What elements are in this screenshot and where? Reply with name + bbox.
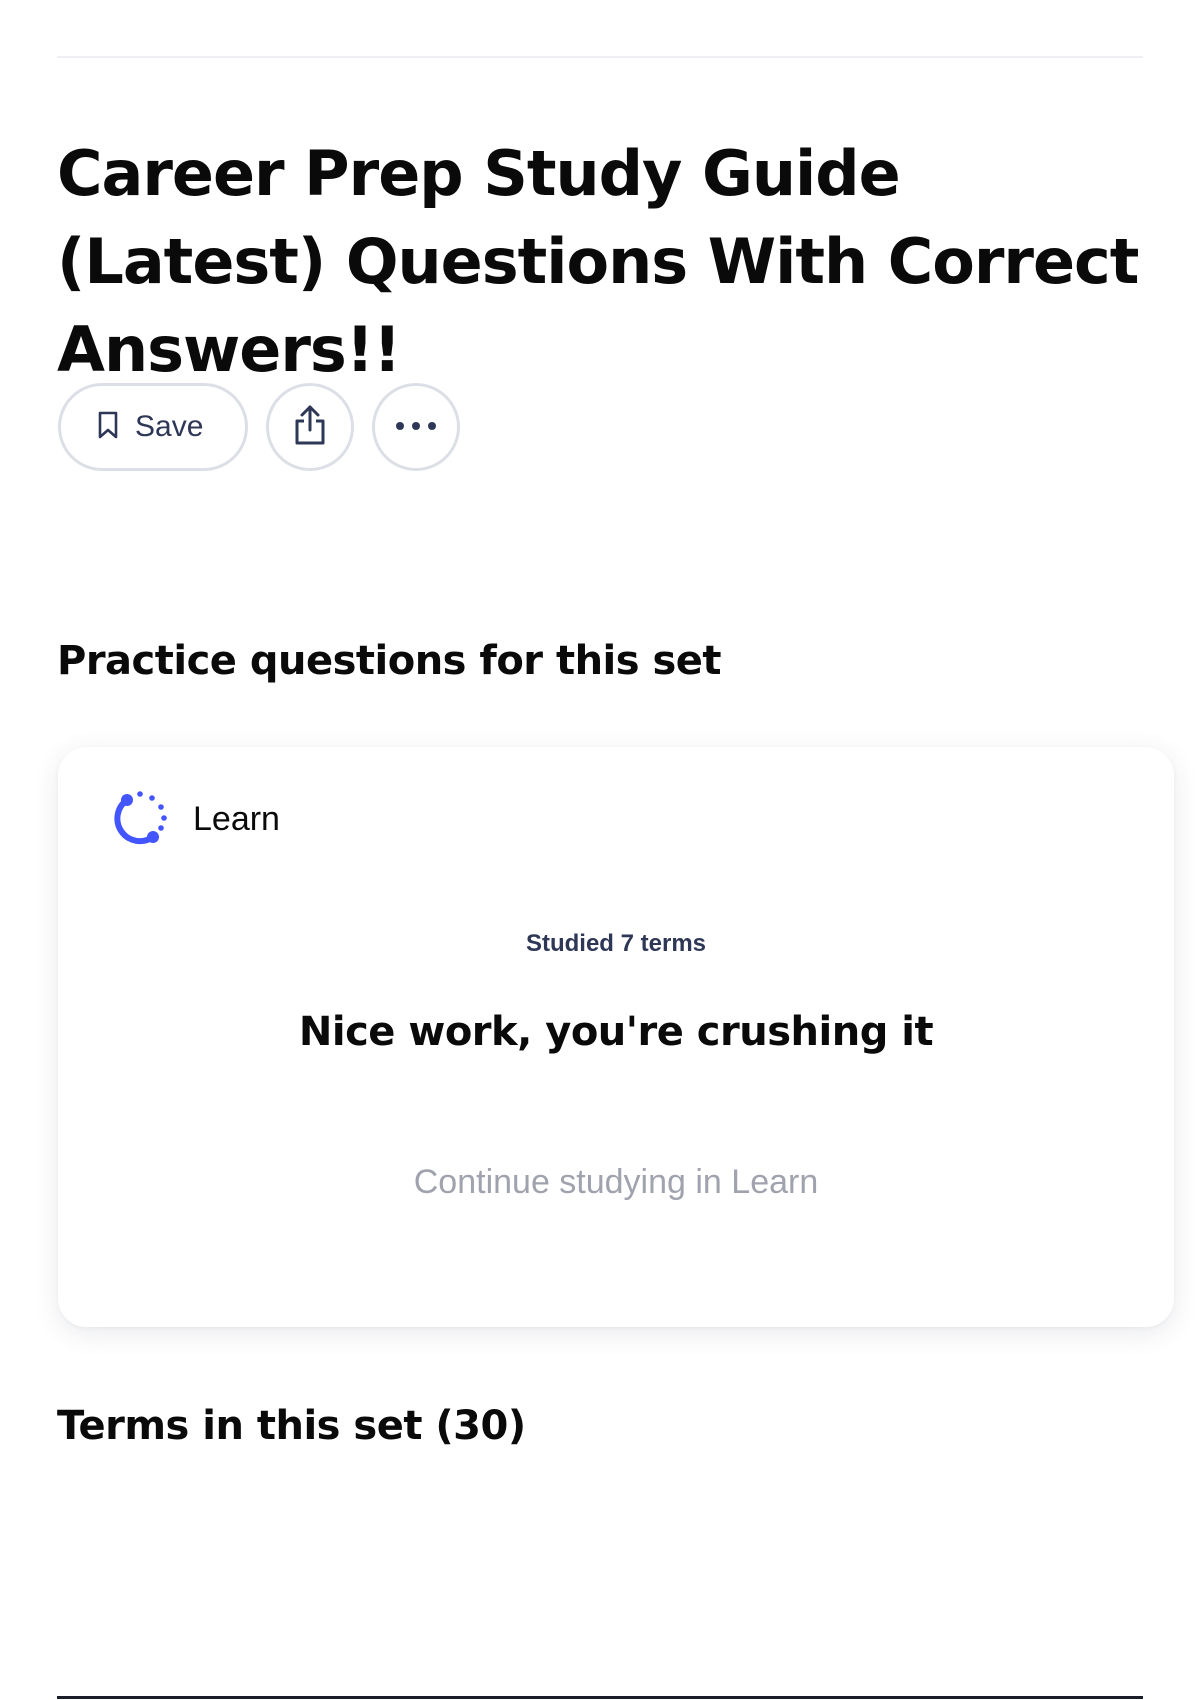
- page-title: Career Prep Study Guide (Latest) Questio…: [57, 137, 1139, 386]
- learn-mode-header[interactable]: Learn: [113, 787, 280, 852]
- share-button[interactable]: [266, 383, 354, 471]
- encouragement-message: Nice work, you're crushing it: [298, 1009, 934, 1055]
- bookmark-icon: [97, 411, 119, 444]
- practice-heading: Practice questions for this set: [57, 638, 722, 684]
- share-icon: [292, 403, 328, 452]
- terms-heading: Terms in this set (30): [57, 1403, 526, 1449]
- learn-label: Learn: [193, 800, 280, 838]
- bottom-divider: [57, 1696, 1143, 1699]
- action-row: Save: [58, 383, 460, 471]
- save-button[interactable]: Save: [58, 383, 248, 471]
- more-button[interactable]: [372, 383, 460, 471]
- continue-studying-link[interactable]: Continue studying in Learn: [58, 1163, 1174, 1202]
- top-divider: [57, 56, 1143, 58]
- save-label: Save: [135, 410, 204, 443]
- learn-icon: [113, 787, 173, 852]
- more-icon: [394, 418, 438, 436]
- learn-card: Learn Studied 7 terms Nice work, you're …: [58, 747, 1174, 1327]
- studied-count: Studied 7 terms: [525, 930, 707, 957]
